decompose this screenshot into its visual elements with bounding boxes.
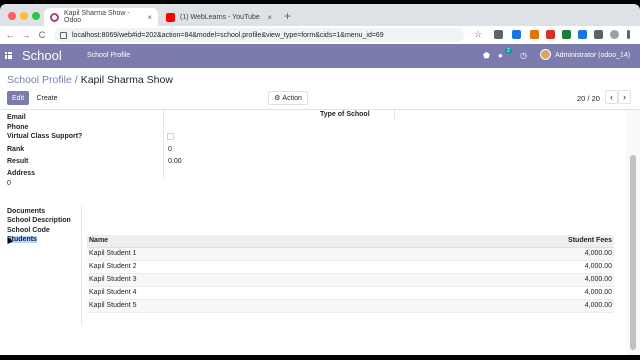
email-label: Email xyxy=(7,114,26,121)
activity-clock-icon[interactable]: ◷ xyxy=(520,51,527,60)
extension-icon[interactable] xyxy=(494,30,503,39)
virtual-class-checkbox[interactable] xyxy=(167,133,174,140)
chat-icon[interactable]: ● xyxy=(498,51,503,60)
new-tab-button[interactable]: + xyxy=(284,9,291,23)
notebook-divider xyxy=(81,206,82,326)
menu-school-profile[interactable]: School Profile xyxy=(87,52,130,59)
type-of-school-label: Type of School xyxy=(320,111,370,118)
table-row[interactable]: Kapil Student 4 4,000.00 xyxy=(87,286,614,300)
control-panel: School Profile / Kapil Sharma Show Edit Cr… xyxy=(0,68,640,110)
column-header-student-fees[interactable]: Student Fees xyxy=(359,235,614,248)
gear-icon: ⚙ xyxy=(274,95,281,102)
close-tab-icon[interactable]: × xyxy=(141,13,152,22)
breadcrumb-current: Kapil Sharma Show xyxy=(80,74,173,86)
column-header-name[interactable]: Name xyxy=(87,235,360,248)
table-row[interactable]: Kapil Student 3 4,000.00 xyxy=(87,273,614,287)
student-name: Kapil Student 4 xyxy=(87,286,360,300)
student-fees: 4,000.00 xyxy=(359,299,614,313)
extension-icon[interactable] xyxy=(546,30,555,39)
table-row[interactable]: Kapil Student 5 4,000.00 xyxy=(87,299,614,313)
action-label: Action xyxy=(282,94,302,102)
tab-school-code[interactable]: School Code xyxy=(7,227,50,234)
student-fees: 4,000.00 xyxy=(359,260,614,274)
puzzle-icon[interactable] xyxy=(594,30,603,39)
odoo-navbar: School School Profile ⬟ ● 2 ◷ Administra… xyxy=(0,44,640,68)
browser-toolbar: ← → C localhost:8069/web#id=202&action=8… xyxy=(0,26,640,44)
avatar[interactable] xyxy=(540,49,551,60)
bookmark-star-icon[interactable]: ☆ xyxy=(474,29,482,40)
student-fees: 4,000.00 xyxy=(359,286,614,300)
edit-button[interactable]: Edit xyxy=(7,91,29,105)
result-value: 0.00 xyxy=(168,158,182,165)
url-text: localhost:8069/web#id=202&action=84&mode… xyxy=(72,31,384,39)
forward-button[interactable]: → xyxy=(18,30,34,40)
extension-icon[interactable] xyxy=(578,30,587,39)
address-label: Address xyxy=(7,170,36,177)
result-label: Result xyxy=(7,158,29,165)
odoo-favicon-icon xyxy=(50,12,59,22)
extension-icon[interactable] xyxy=(512,30,521,39)
browser-tab-strip: Kapil Sharma Show - Odoo × (1) WebLearns… xyxy=(0,4,640,26)
student-fees: 4,000.00 xyxy=(359,273,614,287)
column-divider xyxy=(163,110,164,178)
reload-button[interactable]: C xyxy=(34,30,50,40)
action-button[interactable]: ⚙ Action xyxy=(268,91,308,105)
user-menu[interactable]: Administrator (odoo_14) xyxy=(555,52,630,59)
column-divider xyxy=(394,110,395,120)
phone-label: Phone xyxy=(7,124,29,131)
minimize-window-button[interactable] xyxy=(20,12,28,20)
student-name: Kapil Student 3 xyxy=(87,273,360,287)
close-window-button[interactable] xyxy=(8,12,16,20)
browser-tab-odoo[interactable]: Kapil Sharma Show - Odoo × xyxy=(44,8,158,26)
extension-icon[interactable] xyxy=(562,30,571,39)
student-name: Kapil Student 1 xyxy=(87,247,360,261)
address-bar[interactable]: localhost:8069/web#id=202&action=84&mode… xyxy=(54,28,464,42)
table-row[interactable]: Kapil Student 2 4,000.00 xyxy=(87,260,614,274)
bug-icon[interactable]: ⬟ xyxy=(483,51,490,60)
app-name[interactable]: School xyxy=(22,48,62,63)
kebab-menu-icon[interactable] xyxy=(627,30,630,39)
tab-documents[interactable]: Documents xyxy=(7,208,45,215)
create-button[interactable]: Create xyxy=(33,91,61,105)
extension-icon[interactable] xyxy=(530,30,539,39)
student-name: Kapil Student 2 xyxy=(87,260,360,274)
student-name: Kapil Student 5 xyxy=(87,299,360,313)
browser-tab-youtube[interactable]: (1) WebLearns - YouTube × xyxy=(160,8,278,26)
form-sheet: Type of School Email Phone Virtual Class… xyxy=(0,110,626,355)
pager-value[interactable]: 20 / 20 xyxy=(577,94,600,103)
tab-title: Kapil Sharma Show - Odoo xyxy=(64,10,130,24)
breadcrumb-school-profile[interactable]: School Profile xyxy=(7,74,72,86)
apps-menu-icon[interactable] xyxy=(5,52,12,59)
back-button[interactable]: ← xyxy=(2,30,18,40)
address-value: 0 xyxy=(7,180,11,187)
table-row[interactable]: Kapil Student 1 4,000.00 xyxy=(87,247,614,261)
breadcrumb-separator: / xyxy=(74,74,78,86)
rank-value: 0 xyxy=(168,146,172,153)
breadcrumb: School Profile / Kapil Sharma Show xyxy=(7,74,173,86)
profile-icon[interactable] xyxy=(610,30,619,39)
close-tab-icon[interactable]: × xyxy=(261,13,272,22)
pager-next-button[interactable]: › xyxy=(618,90,631,104)
chat-badge: 2 xyxy=(505,48,512,54)
youtube-favicon-icon xyxy=(166,12,175,22)
rank-label: Rank xyxy=(7,146,25,153)
tab-title: (1) WebLearns - YouTube xyxy=(180,13,260,21)
info-icon xyxy=(60,31,67,39)
pager-previous-button[interactable]: ‹ xyxy=(605,90,618,104)
students-table: Name Student Fees Kapil Student 1 4,000.… xyxy=(87,235,614,313)
tab-school-description[interactable]: School Description xyxy=(7,217,71,224)
student-fees: 4,000.00 xyxy=(359,247,614,261)
virtual-class-label: Virtual Class Support? xyxy=(7,133,83,140)
maximize-window-button[interactable] xyxy=(32,12,40,20)
form-view: Type of School Email Phone Virtual Class… xyxy=(0,110,640,355)
scrollbar[interactable] xyxy=(630,155,636,350)
